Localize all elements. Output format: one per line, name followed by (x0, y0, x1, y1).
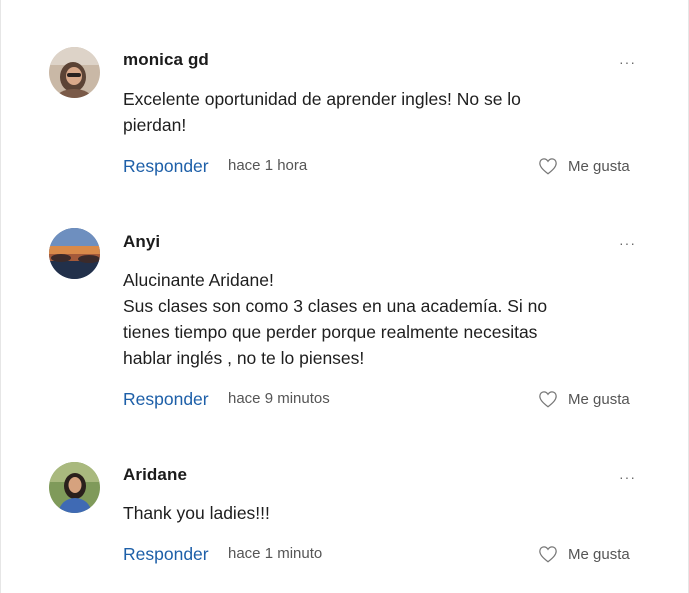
comment-timestamp: hace 1 hora (228, 157, 308, 174)
reply-button[interactable]: Responder (123, 544, 209, 565)
like-label: Me gusta (568, 157, 630, 175)
like-button[interactable]: Me gusta (538, 545, 630, 563)
comment-line: pierdan! (123, 115, 187, 135)
comment-author[interactable]: Aridane (123, 465, 187, 485)
heart-outline-icon (539, 391, 557, 408)
comment-author[interactable]: Anyi (123, 232, 160, 252)
heart-outline-icon (539, 546, 557, 563)
comment-body: Excelente oportunidad de aprender ingles… (123, 86, 623, 138)
reply-button[interactable]: Responder (123, 389, 209, 410)
like-button[interactable]: Me gusta (538, 157, 630, 175)
more-options-icon[interactable]: ··· (619, 470, 636, 484)
comment-timestamp: hace 9 minutos (228, 390, 330, 407)
comment-line: Excelente oportunidad de aprender ingles… (123, 89, 521, 109)
comment-line: tienes tiempo que perder porque realment… (123, 322, 538, 342)
comment-author[interactable]: monica gd (123, 50, 209, 70)
avatar-monica-gd[interactable] (49, 47, 100, 98)
avatar-anyi[interactable] (49, 228, 100, 279)
comment-body: Thank you ladies!!! (123, 500, 623, 526)
comment-line: Alucinante Aridane! (123, 270, 274, 290)
avatar-aridane[interactable] (49, 462, 100, 513)
reply-button[interactable]: Responder (123, 156, 209, 177)
comments-panel: monica gd ··· Excelente oportunidad de a… (0, 0, 689, 593)
comment-line: Sus clases son como 3 clases en una acad… (123, 296, 548, 316)
like-label: Me gusta (568, 545, 630, 563)
comment-line: hablar inglés , no te lo pienses! (123, 348, 365, 368)
comment-body: Alucinante Aridane! Sus clases son como … (123, 267, 623, 371)
like-label: Me gusta (568, 390, 630, 408)
comment-timestamp: hace 1 minuto (228, 545, 323, 562)
more-options-icon[interactable]: ··· (619, 55, 636, 69)
heart-outline-icon (539, 158, 557, 175)
comment-line: Thank you ladies!!! (123, 503, 270, 523)
like-button[interactable]: Me gusta (538, 390, 630, 408)
more-options-icon[interactable]: ··· (619, 236, 636, 250)
